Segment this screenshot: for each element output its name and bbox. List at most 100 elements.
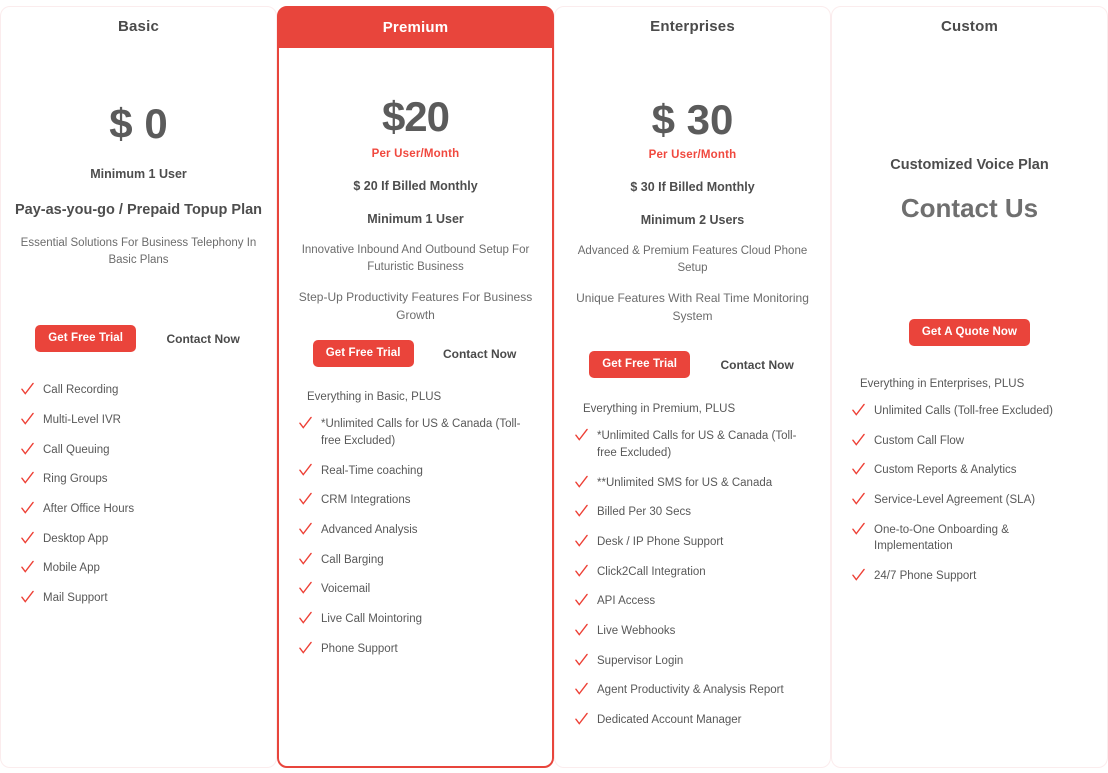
plan-header-custom: Custom	[832, 7, 1107, 46]
feature-label: Custom Reports & Analytics	[874, 464, 1017, 477]
check-icon	[299, 641, 312, 654]
list-item: Custom Reports & Analytics	[852, 462, 1085, 479]
check-icon	[852, 403, 865, 416]
check-icon	[852, 522, 865, 535]
list-item: Custom Call Flow	[852, 433, 1085, 450]
list-item: Unlimited Calls (Toll-free Excluded)	[852, 403, 1085, 420]
feature-label: One-to-One Onboarding & Implementation	[874, 523, 1009, 553]
list-item: Phone Support	[299, 641, 530, 658]
check-icon	[852, 492, 865, 505]
price-block-premium: $20	[291, 96, 540, 138]
get-free-trial-button-premium[interactable]: Get Free Trial	[312, 340, 414, 368]
plan-price-basic: $ 0	[109, 100, 168, 147]
feature-label: Call Recording	[43, 384, 119, 397]
get-free-trial-button-enterprises[interactable]: Get Free Trial	[589, 351, 691, 379]
contact-us-heading-custom: Contact Us	[900, 192, 1039, 223]
check-icon	[852, 463, 865, 476]
plan-title-custom: Custom	[940, 18, 999, 35]
plan-card-custom: Custom Customized Voice Plan Contact Us …	[831, 6, 1108, 768]
features-heading-enterprises: Everything in Premium, PLUS	[583, 403, 736, 416]
feature-label: Custom Call Flow	[874, 434, 965, 447]
plan-body-custom: Customized Voice Plan Contact Us Get A Q…	[832, 46, 1107, 767]
get-a-quote-now-button-custom[interactable]: Get A Quote Now	[908, 318, 1031, 346]
plan-tagline-bold-custom: Customized Voice Plan	[890, 157, 1049, 173]
plan-minimum-enterprises: Minimum 2 Users	[640, 213, 745, 227]
price-block-enterprises: $ 30	[567, 99, 818, 141]
feature-label: Call Barging	[321, 553, 384, 566]
feature-label: Ring Groups	[43, 473, 108, 486]
check-icon	[21, 471, 34, 485]
feature-label: Live Webhooks	[597, 624, 676, 637]
plan-minimum-premium: Minimum 1 User	[367, 212, 464, 226]
feature-label: Advanced Analysis	[321, 523, 418, 536]
feature-label: Real-Time coaching	[321, 464, 423, 477]
feature-label: Agent Productivity & Analysis Report	[597, 684, 784, 697]
feature-label: Multi-Level IVR	[43, 413, 121, 426]
list-item: After Office Hours	[21, 501, 254, 518]
list-item: Advanced Analysis	[299, 522, 530, 539]
feature-label: API Access	[597, 595, 656, 608]
plan-card-basic: Basic $ 0 Minimum 1 User Pay-as-you-go /…	[0, 6, 277, 768]
list-item: Multi-Level IVR	[21, 412, 254, 429]
plan-tagline-premium: Innovative Inbound And Outbound Setup Fo…	[301, 244, 530, 273]
list-item: Call Barging	[299, 552, 530, 569]
plan-card-enterprises: Enterprises $ 30 Per User/Month $ 30 If …	[554, 6, 831, 768]
list-item: Dedicated Account Manager	[575, 712, 808, 729]
check-icon	[852, 433, 865, 446]
feature-label: Click2Call Integration	[597, 565, 706, 578]
features-heading-premium: Everything in Basic, PLUS	[307, 391, 442, 404]
plan-card-premium: Premium $20 Per User/Month $ 20 If Bille…	[277, 6, 554, 768]
feature-list-custom: Everything in Enterprises, PLUS Unlimite…	[844, 376, 1095, 598]
feature-label: After Office Hours	[43, 502, 135, 515]
check-icon	[575, 653, 588, 666]
plan-body-premium: $20 Per User/Month $ 20 If Billed Monthl…	[279, 48, 552, 766]
feature-label: Supervisor Login	[597, 654, 684, 667]
check-icon	[575, 593, 588, 607]
list-item: CRM Integrations	[299, 492, 530, 509]
feature-label: Call Queuing	[43, 443, 110, 456]
list-item: Desk / IP Phone Support	[575, 534, 808, 551]
cta-row-enterprises: Get Free Trial Contact Now	[567, 351, 818, 379]
plan-tagline-bold-basic: Pay-as-you-go / Prepaid Topup Plan	[14, 202, 263, 218]
feature-list-premium: Everything in Basic, PLUS *Unlimited Cal…	[291, 389, 540, 670]
plan-tagline-basic: Essential Solutions For Business Telepho…	[20, 236, 257, 266]
feature-label: Voicemail	[321, 583, 371, 596]
list-item: Service-Level Agreement (SLA)	[852, 492, 1085, 509]
check-icon	[299, 492, 312, 506]
feature-label: **Unlimited SMS for US & Canada	[597, 476, 773, 489]
list-item: Live Call Mointoring	[299, 611, 530, 628]
plan-minimum-basic: Minimum 1 User	[90, 167, 187, 181]
feature-label: CRM Integrations	[321, 494, 411, 507]
plan-body-enterprises: $ 30 Per User/Month $ 30 If Billed Month…	[555, 46, 830, 767]
check-icon	[299, 611, 312, 624]
list-item: Live Webhooks	[575, 623, 808, 640]
feature-label: Unlimited Calls (Toll-free Excluded)	[874, 404, 1053, 417]
feature-label: Phone Support	[321, 642, 398, 655]
list-item: Supervisor Login	[575, 653, 808, 670]
feature-label: Mail Support	[43, 591, 108, 604]
contact-now-button-enterprises[interactable]: Contact Now	[718, 354, 795, 376]
plan-tagline-enterprises: Advanced & Premium Features Cloud Phone …	[577, 245, 808, 274]
get-free-trial-button-basic[interactable]: Get Free Trial	[35, 325, 137, 353]
check-icon	[575, 623, 588, 636]
check-icon	[21, 560, 34, 574]
list-item: Call Queuing	[21, 442, 254, 459]
contact-now-button-basic[interactable]: Contact Now	[164, 328, 241, 350]
list-item: Mail Support	[21, 590, 254, 607]
list-item: Desktop App	[21, 531, 254, 548]
contact-now-button-premium[interactable]: Contact Now	[441, 343, 518, 365]
list-item: Real-Time coaching	[299, 463, 530, 480]
plan-billed-enterprises: $ 30 If Billed Monthly	[630, 180, 755, 194]
plan-header-basic: Basic	[1, 7, 276, 46]
list-item: **Unlimited SMS for US & Canada	[575, 475, 808, 492]
list-item: Mobile App	[21, 560, 254, 577]
list-item: Voicemail	[299, 581, 530, 598]
check-icon	[575, 504, 588, 518]
check-icon	[575, 712, 588, 725]
feature-label: 24/7 Phone Support	[874, 569, 977, 582]
feature-label: Live Call Mointoring	[321, 612, 422, 625]
plan-tagline2-enterprises: Unique Features With Real Time Monitorin…	[576, 291, 809, 323]
list-item: Ring Groups	[21, 471, 254, 488]
plan-tagline2-premium: Step-Up Productivity Features For Busine…	[298, 290, 533, 322]
plan-price-premium: $20	[381, 93, 450, 140]
